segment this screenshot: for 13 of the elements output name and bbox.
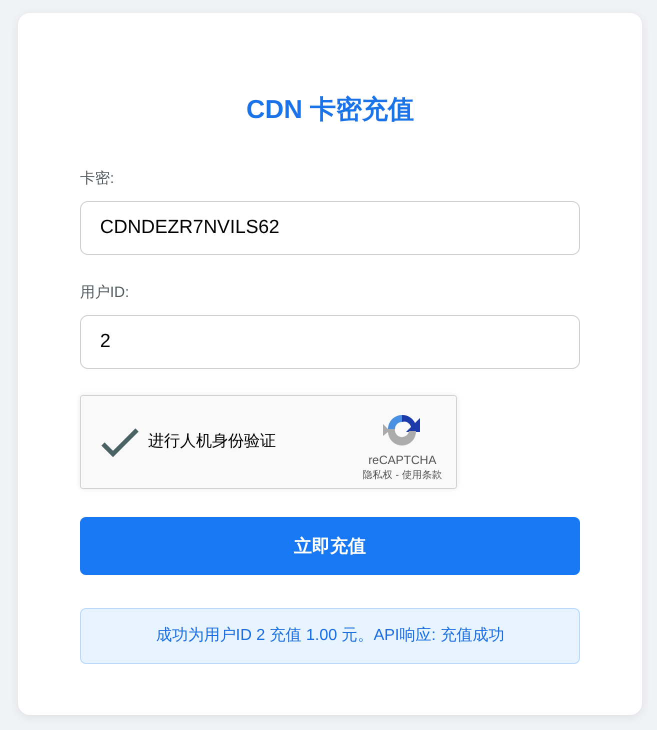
- privacy-link[interactable]: 隐私权: [362, 470, 393, 482]
- field-label: 卡密:: [80, 169, 114, 189]
- field-label: 用户ID:: [80, 283, 130, 303]
- captcha-label: 进行人机身份验证: [148, 432, 276, 452]
- link-separator: -: [396, 470, 399, 482]
- submit-button[interactable]: 立即充值: [80, 517, 580, 575]
- terms-link[interactable]: 使用条款: [402, 470, 442, 482]
- page-title: CDN 卡密充值: [246, 93, 414, 126]
- input-field[interactable]: 2: [80, 315, 580, 369]
- recaptcha-brand: reCAPTCHA: [368, 453, 436, 467]
- status-message: 成功为用户ID 2 充值 1.00 元。API响应: 充值成功: [80, 608, 580, 664]
- input-field[interactable]: CDNDEZR7NVILS62: [80, 201, 580, 255]
- checkmark-icon[interactable]: [101, 427, 139, 457]
